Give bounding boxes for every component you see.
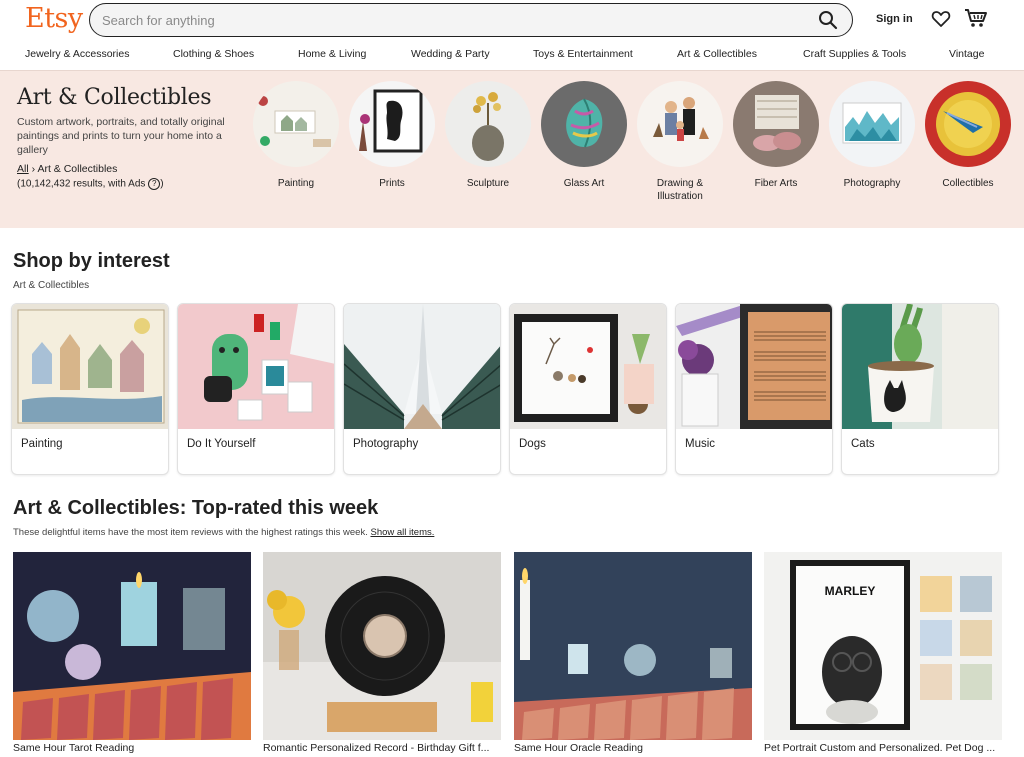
product-image-oracle: [514, 552, 752, 740]
search-bar[interactable]: [89, 3, 853, 37]
pet-name-label: MARLEY: [824, 584, 876, 598]
cats-image: [842, 304, 998, 429]
interest-label: Dogs: [519, 438, 546, 450]
nav-toys[interactable]: Toys & Entertainment: [533, 48, 633, 60]
breadcrumb-current: Art & Collectibles: [37, 163, 118, 175]
product-title[interactable]: Same Hour Tarot Reading: [13, 742, 253, 754]
collectibles-thumbnail: [925, 81, 1011, 167]
interest-label: Do It Yourself: [187, 438, 256, 450]
product-image-record: [263, 552, 501, 740]
breadcrumb: All › Art & Collectibles: [17, 163, 117, 175]
subcategory-prints[interactable]: Prints: [347, 81, 437, 190]
top-rated-title: Art & Collectibles: Top-rated this week: [13, 497, 379, 519]
photography-image: [344, 304, 500, 429]
sign-in-link[interactable]: Sign in: [876, 13, 913, 25]
subcategory-collectibles[interactable]: Collectibles: [923, 81, 1013, 190]
nav-craft[interactable]: Craft Supplies & Tools: [803, 48, 906, 60]
top-rated-description: These delightful items have the most ite…: [13, 527, 368, 538]
cart-icon[interactable]: [964, 7, 988, 29]
drawing-thumbnail: [637, 81, 723, 167]
painting-thumbnail: [253, 81, 339, 167]
subcategory-label: Prints: [379, 178, 405, 189]
breadcrumb-separator: ›: [31, 163, 36, 175]
interest-label: Painting: [21, 438, 63, 450]
product-image-tarot: [13, 552, 251, 740]
prints-thumbnail: [349, 81, 435, 167]
subcategory-label: Glass Art: [563, 178, 605, 189]
interest-card-painting[interactable]: Painting: [11, 303, 169, 475]
glass-art-thumbnail: [541, 81, 627, 167]
shop-by-interest-title: Shop by interest: [13, 250, 170, 272]
etsy-logo[interactable]: Etsy: [25, 3, 83, 34]
nav-wedding[interactable]: Wedding & Party: [411, 48, 490, 60]
subcategory-label: Photography: [843, 178, 901, 189]
interest-card-cats[interactable]: Cats: [841, 303, 999, 475]
subcategory-photography[interactable]: Photography: [827, 81, 917, 190]
nav-jewelry[interactable]: Jewelry & Accessories: [25, 48, 129, 60]
sculpture-thumbnail: [445, 81, 531, 167]
subcategory-label: Fiber Arts: [754, 178, 798, 189]
fiber-arts-thumbnail: [733, 81, 819, 167]
product-card[interactable]: Same Hour Tarot Reading: [13, 552, 251, 757]
page-title: Art & Collectibles: [17, 85, 212, 110]
interest-label: Photography: [353, 438, 419, 450]
subcategory-painting[interactable]: Painting: [251, 81, 341, 190]
interest-card-diy[interactable]: Do It Yourself: [177, 303, 335, 475]
results-close-paren: ): [160, 178, 164, 190]
interest-label: Cats: [851, 438, 875, 450]
nav-home-living[interactable]: Home & Living: [298, 48, 366, 60]
top-rated-subtitle: These delightful items have the most ite…: [13, 527, 434, 538]
results-count: (10,142,432 results, with Ads ?): [17, 178, 164, 190]
painting-image: [12, 304, 168, 429]
product-title[interactable]: Pet Portrait Custom and Personalized. Pe…: [764, 742, 1004, 754]
subcategory-drawing[interactable]: Drawing & Illustration: [635, 81, 725, 203]
music-image: [676, 304, 832, 429]
interest-card-photography[interactable]: Photography: [343, 303, 501, 475]
nav-clothing[interactable]: Clothing & Shoes: [173, 48, 254, 60]
diy-image: [178, 304, 334, 429]
category-hero: Art & Collectibles Custom artwork, portr…: [0, 70, 1024, 228]
subcategory-label: Painting: [277, 178, 315, 189]
nav-vintage[interactable]: Vintage: [949, 48, 984, 60]
subcategory-label: Drawing & Illustration: [656, 178, 704, 202]
product-title[interactable]: Romantic Personalized Record - Birthday …: [263, 742, 503, 754]
subcategory-label: Collectibles: [942, 178, 994, 189]
product-card[interactable]: Romantic Personalized Record - Birthday …: [263, 552, 501, 757]
heart-icon[interactable]: [931, 9, 951, 29]
results-text: (10,142,432 results, with Ads: [17, 178, 146, 190]
category-nav: Jewelry & Accessories Clothing & Shoes H…: [0, 44, 1024, 68]
breadcrumb-all[interactable]: All: [17, 163, 29, 175]
nav-art[interactable]: Art & Collectibles: [677, 48, 757, 60]
category-description: Custom artwork, portraits, and totally o…: [17, 116, 225, 156]
subcategory-fiber-arts[interactable]: Fiber Arts: [731, 81, 821, 190]
interest-card-music[interactable]: Music: [675, 303, 833, 475]
photography-thumbnail: [829, 81, 915, 167]
subcategory-label: Sculpture: [466, 178, 510, 189]
dogs-image: [510, 304, 666, 429]
site-header: Etsy Sign in: [0, 0, 1024, 42]
product-title[interactable]: Same Hour Oracle Reading: [514, 742, 754, 754]
interest-label: Music: [685, 438, 716, 450]
subcategory-sculpture[interactable]: Sculpture: [443, 81, 533, 190]
product-card[interactable]: Same Hour Oracle Reading: [514, 552, 752, 757]
search-input[interactable]: [102, 11, 782, 29]
search-icon[interactable]: [818, 10, 838, 30]
interest-card-dogs[interactable]: Dogs: [509, 303, 667, 475]
product-card[interactable]: MARLEY Pet Portrait Custom and Personali…: [764, 552, 1002, 757]
shop-by-interest-subtitle: Art & Collectibles: [13, 280, 90, 291]
product-image-pet-portrait: MARLEY: [764, 552, 1002, 740]
question-icon[interactable]: ?: [148, 178, 161, 190]
show-all-items-link[interactable]: Show all items.: [370, 527, 434, 538]
subcategory-glass-art[interactable]: Glass Art: [539, 81, 629, 190]
